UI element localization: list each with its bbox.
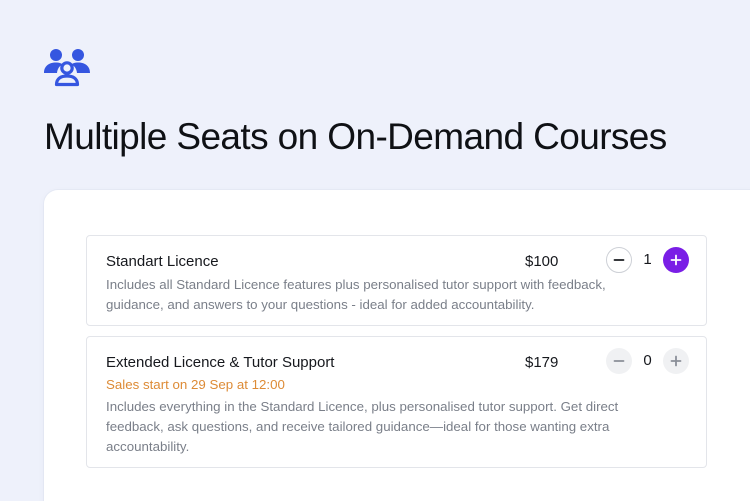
ticket-description: Includes all Standard Licence features p… — [106, 277, 606, 312]
ticket-price: $179 — [525, 354, 559, 371]
increase-quantity-button[interactable] — [663, 348, 689, 374]
plus-icon — [670, 355, 682, 367]
sales-start-note: Sales start on 29 Sep at 12:00 — [106, 377, 285, 392]
increase-quantity-button[interactable] — [663, 247, 689, 273]
quantity-value: 0 — [643, 352, 652, 369]
quantity-stepper: 0 — [606, 348, 689, 374]
quantity-stepper: 1 — [606, 247, 689, 273]
ticket-description: Includes everything in the Standard Lice… — [106, 399, 619, 454]
minus-icon — [613, 360, 625, 362]
users-group-icon — [42, 45, 92, 87]
tickets-panel: Standart Licence $100 1 Includes all Sta… — [44, 190, 750, 501]
ticket-card: Standart Licence $100 1 Includes all Sta… — [86, 235, 707, 326]
quantity-value: 1 — [643, 251, 652, 268]
ticket-name: Standart Licence — [106, 253, 219, 270]
ticket-price: $100 — [525, 253, 559, 270]
decrease-quantity-button[interactable] — [606, 247, 632, 273]
ticket-card: Extended Licence & Tutor Support $179 0 … — [86, 336, 707, 468]
ticket-name: Extended Licence & Tutor Support — [106, 354, 335, 371]
minus-icon — [613, 259, 625, 261]
page-title: Multiple Seats on On-Demand Courses — [44, 116, 667, 157]
plus-icon — [670, 254, 682, 266]
decrease-quantity-button[interactable] — [606, 348, 632, 374]
